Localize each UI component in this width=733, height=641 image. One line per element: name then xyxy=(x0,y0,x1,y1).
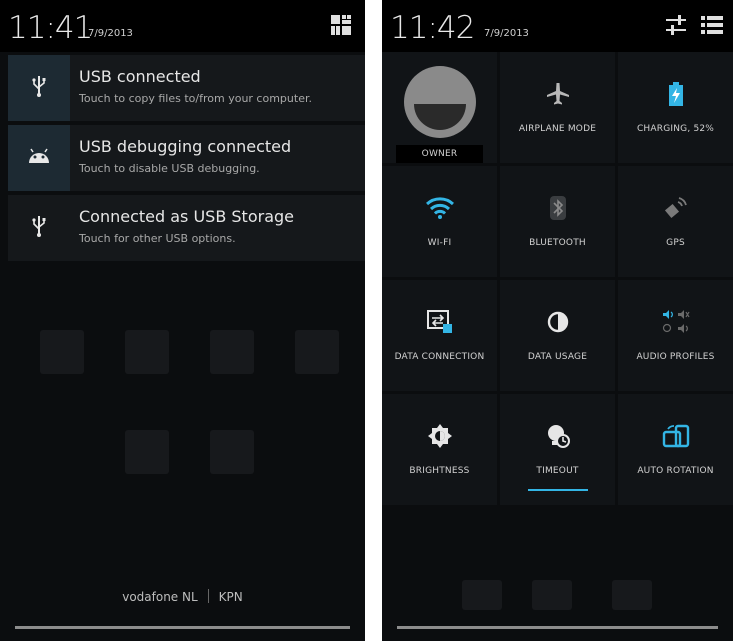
notification-title: USB connected xyxy=(79,67,201,86)
tile-label: AUDIO PROFILES xyxy=(636,352,715,362)
data-connection-icon xyxy=(426,308,453,336)
clock: 11:42 xyxy=(390,10,475,46)
shade-drag-handle[interactable] xyxy=(397,626,718,629)
tile-owner[interactable]: OWNER xyxy=(382,52,497,163)
launcher-background xyxy=(0,250,365,581)
status-bar: 11:42 7/9/2013 xyxy=(382,0,733,52)
tile-label: AIRPLANE MODE xyxy=(518,124,597,134)
date: 7/9/2013 xyxy=(484,28,529,39)
notification-text: Touch to copy files to/from your compute… xyxy=(79,92,312,105)
tile-label: TIMEOUT xyxy=(536,466,579,476)
notification-title: Connected as USB Storage xyxy=(79,207,294,226)
tile-data-usage[interactable]: DATA USAGE xyxy=(500,280,615,391)
notification-grid-icon[interactable] xyxy=(330,14,352,40)
data-usage-icon xyxy=(547,308,569,336)
tile-label: BRIGHTNESS xyxy=(409,466,470,476)
notification-usb-debugging[interactable]: USB debugging connected Touch to disable… xyxy=(8,125,365,191)
settings-sliders-icon[interactable] xyxy=(665,14,687,40)
launcher-dock-background xyxy=(382,570,733,611)
tile-data-connection[interactable]: DATA CONNECTION xyxy=(382,280,497,391)
usb-icon xyxy=(31,75,47,101)
tile-wifi[interactable]: WI-FI xyxy=(382,166,497,277)
notification-text: Touch to disable USB debugging. xyxy=(79,162,260,175)
tile-label: DATA CONNECTION xyxy=(394,352,485,362)
notification-text: Touch for other USB options. xyxy=(79,232,236,245)
tile-charging[interactable]: CHARGING, 52% xyxy=(618,52,733,163)
android-icon xyxy=(27,148,51,168)
bluetooth-icon xyxy=(549,194,566,222)
wifi-icon xyxy=(425,194,454,222)
notification-usb-connected[interactable]: USB connected Touch to copy files to/fro… xyxy=(8,55,365,121)
tile-label: OWNER xyxy=(421,149,458,159)
date: 7/9/2013 xyxy=(88,28,133,39)
tile-timeout[interactable]: TIMEOUT xyxy=(500,394,615,505)
carrier-primary: vodafone NL xyxy=(122,590,198,604)
tile-bluetooth[interactable]: BLUETOOTH xyxy=(500,166,615,277)
tile-label: CHARGING, 52% xyxy=(636,124,715,134)
status-bar: 11:41 7/9/2013 xyxy=(0,0,365,52)
tile-label: AUTO ROTATION xyxy=(637,466,714,476)
notification-title: USB debugging connected xyxy=(79,137,292,156)
tile-label: GPS xyxy=(666,238,685,248)
clock: 11:41 xyxy=(8,10,93,46)
brightness-icon xyxy=(427,422,453,450)
list-icon[interactable] xyxy=(700,14,724,40)
tile-auto-rotation[interactable]: AUTO ROTATION xyxy=(618,394,733,505)
auto-rotation-icon xyxy=(662,422,690,450)
tile-brightness[interactable]: BRIGHTNESS xyxy=(382,394,497,505)
tile-label: DATA USAGE xyxy=(527,352,588,362)
tile-label: BLUETOOTH xyxy=(529,238,586,248)
avatar xyxy=(403,66,476,138)
notification-shade: 11:41 7/9/2013 USB connected Touch to co… xyxy=(0,0,365,641)
audio-profiles-icon xyxy=(661,308,691,336)
carrier-label: vodafone NL KPN xyxy=(0,589,365,604)
battery-charging-icon xyxy=(668,80,683,108)
tile-label: WI-FI xyxy=(427,238,452,248)
tile-audio-profiles[interactable]: AUDIO PROFILES xyxy=(618,280,733,391)
tile-airplane-mode[interactable]: AIRPLANE MODE xyxy=(500,52,615,163)
active-indicator xyxy=(527,489,588,491)
carrier-secondary: KPN xyxy=(218,590,243,604)
tile-gps[interactable]: GPS xyxy=(618,166,733,277)
quick-settings-panel: 11:42 7/9/2013 OWNER AIRPLANE MODE CHARG… xyxy=(382,0,733,641)
gps-icon xyxy=(664,194,688,222)
airplane-icon xyxy=(545,80,571,108)
notification-usb-storage[interactable]: Connected as USB Storage Touch for other… xyxy=(8,195,365,261)
shade-drag-handle[interactable] xyxy=(15,626,350,629)
timeout-icon xyxy=(545,422,571,450)
usb-icon xyxy=(31,215,47,241)
